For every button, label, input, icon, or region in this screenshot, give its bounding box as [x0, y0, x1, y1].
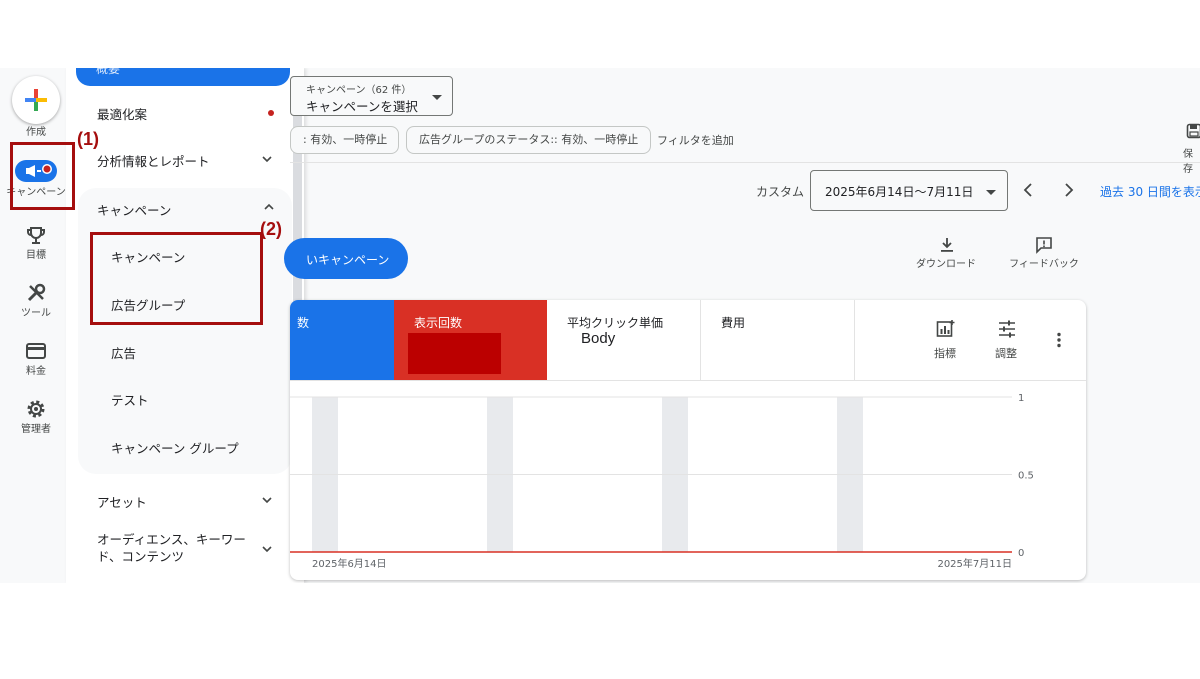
campaign-status-filter-chip[interactable]: : 有効、一時停止 [290, 126, 399, 154]
metric-value: Body [581, 330, 616, 347]
audiences-label: オーディエンス、キーワード、コンテンツ [97, 532, 246, 564]
feedback-icon[interactable] [1035, 236, 1053, 254]
trophy-icon[interactable] [24, 224, 48, 248]
subnav-label: テスト [111, 393, 149, 408]
annotation-box-2 [90, 232, 263, 325]
subnav-item-campaign-groups[interactable]: キャンペーン グループ [78, 426, 292, 466]
y-tick-label: 0 [1018, 548, 1024, 559]
dropdown-caret-icon [986, 190, 996, 195]
subnav-label: キャンペーン グループ [111, 441, 239, 456]
date-range-select[interactable]: 2025年6月14日〜7月11日 [810, 170, 1008, 211]
assets-label: アセット [97, 494, 147, 510]
save-icon[interactable] [1186, 123, 1200, 139]
adgroup-status-filter-chip[interactable]: 広告グループのステータス:: 有効、一時停止 [406, 126, 652, 154]
subnav-label: 広告 [111, 346, 137, 361]
header-divider [290, 162, 1200, 163]
chevron-right-icon[interactable] [1063, 182, 1075, 198]
navigation-drawer: 概要 最適化案 分析情報とレポート キャンペーン キャンペーン 広告グループ 広… [66, 68, 304, 583]
campaign-count-label: キャンペーン（62 件） [306, 85, 412, 96]
more-vert-icon[interactable] [1056, 332, 1062, 348]
save-label: 保存 [1183, 149, 1193, 175]
plus-icon [25, 89, 47, 111]
metric-tile-cost[interactable]: 費用 [701, 300, 854, 380]
campaign-select[interactable]: キャンペーン（62 件） キャンペーンを選択 [290, 76, 453, 116]
screenshot-area: 作成 キャンペーン 目標 ツール 料金 管理者 概要 最適化案 分析情報とレポー… [0, 68, 1200, 583]
audiences-nav-item[interactable]: オーディエンス、キーワード、コンテンツ [66, 528, 290, 572]
download-label: ダウンロード [916, 259, 976, 270]
new-campaign-button[interactable]: いキャンペーン [284, 238, 408, 279]
subnav-item-experiments[interactable]: テスト [78, 378, 292, 418]
metric-tile-clicks[interactable]: 数 [290, 300, 394, 380]
dropdown-caret-icon [432, 95, 442, 100]
annotation-box-1 [10, 142, 75, 210]
campaign-select-value: キャンペーンを選択 [306, 99, 418, 114]
metric-title: 費用 [721, 316, 746, 330]
create-label: 作成 [26, 127, 46, 138]
chevron-down-icon [262, 156, 272, 163]
subnav-item-ads[interactable]: 広告 [78, 331, 292, 371]
custom-range-label: カスタム [756, 185, 805, 199]
x-tick-label: 2025年7月11日 [937, 557, 1012, 570]
campaigns-section-label: キャンペーン [97, 203, 172, 218]
last-30-days-link[interactable]: 過去 30 日間を表示 [1100, 183, 1200, 200]
overview-nav-item[interactable]: 概要 [76, 68, 290, 86]
insights-label: 分析情報とレポート [97, 153, 210, 169]
tools-label: ツール [21, 308, 51, 319]
y-tick-label: 0.5 [1018, 471, 1034, 482]
goals-label: 目標 [26, 250, 46, 261]
chevron-down-icon [262, 546, 272, 553]
performance-chart: 1 0.5 0 2025年6月14日 2025年7月11日 [290, 393, 1034, 570]
annotation-label-1: (1) [77, 129, 99, 149]
chevron-left-icon[interactable] [1022, 182, 1034, 198]
download-icon[interactable] [938, 236, 956, 254]
chevron-down-icon [262, 497, 272, 504]
recommendations-nav-item[interactable]: 最適化案 [66, 93, 290, 133]
x-tick-label: 2025年6月14日 [312, 557, 387, 570]
tile-divider [854, 300, 855, 380]
notification-dot [268, 110, 274, 116]
billing-label: 料金 [26, 366, 46, 377]
gear-icon[interactable] [24, 397, 48, 421]
admin-label: 管理者 [21, 424, 51, 435]
assets-nav-item[interactable]: アセット [66, 481, 290, 521]
metric-title: 数 [297, 316, 310, 330]
campaigns-section-header[interactable]: キャンペーン [66, 188, 292, 228]
add-filter-button[interactable]: フィルタを追加 [657, 132, 734, 148]
credit-card-icon[interactable] [24, 339, 48, 363]
chevron-up-icon [264, 203, 274, 210]
metrics-chart-icon[interactable] [936, 320, 956, 338]
insights-nav-item[interactable]: 分析情報とレポート [66, 140, 290, 180]
y-tick-label: 1 [1018, 393, 1024, 404]
performance-card: 数 表示回数 平均クリック単価 Body 費用 指標 調整 1 0.5 0 20… [290, 300, 1086, 580]
recommendations-label: 最適化案 [97, 106, 148, 122]
metric-tile-impressions[interactable]: 表示回数 [394, 300, 547, 380]
date-range-value: 2025年6月14日〜7月11日 [825, 185, 974, 199]
redacted-value [408, 333, 501, 374]
metric-tile-avg-cpc[interactable]: 平均クリック単価 Body [547, 300, 700, 380]
chip-label: : 有効、一時停止 [303, 133, 388, 146]
new-campaign-label: いキャンペーン [306, 253, 390, 267]
metric-title: 平均クリック単価 [567, 316, 664, 330]
overview-label: 概要 [96, 68, 121, 76]
adjust-label: 調整 [995, 347, 1017, 360]
metric-title: 表示回数 [414, 316, 463, 330]
feedback-label: フィードバック [1009, 259, 1079, 270]
annotation-label-2: (2) [260, 219, 282, 239]
create-button[interactable] [12, 76, 60, 124]
tools-icon[interactable] [24, 281, 48, 305]
metrics-label: 指標 [934, 347, 956, 360]
chip-label: 広告グループのステータス:: 有効、一時停止 [419, 133, 639, 146]
app-window: 作成 キャンペーン 目標 ツール 料金 管理者 概要 最適化案 分析情報とレポー… [0, 0, 1200, 679]
tune-icon[interactable] [998, 320, 1016, 338]
